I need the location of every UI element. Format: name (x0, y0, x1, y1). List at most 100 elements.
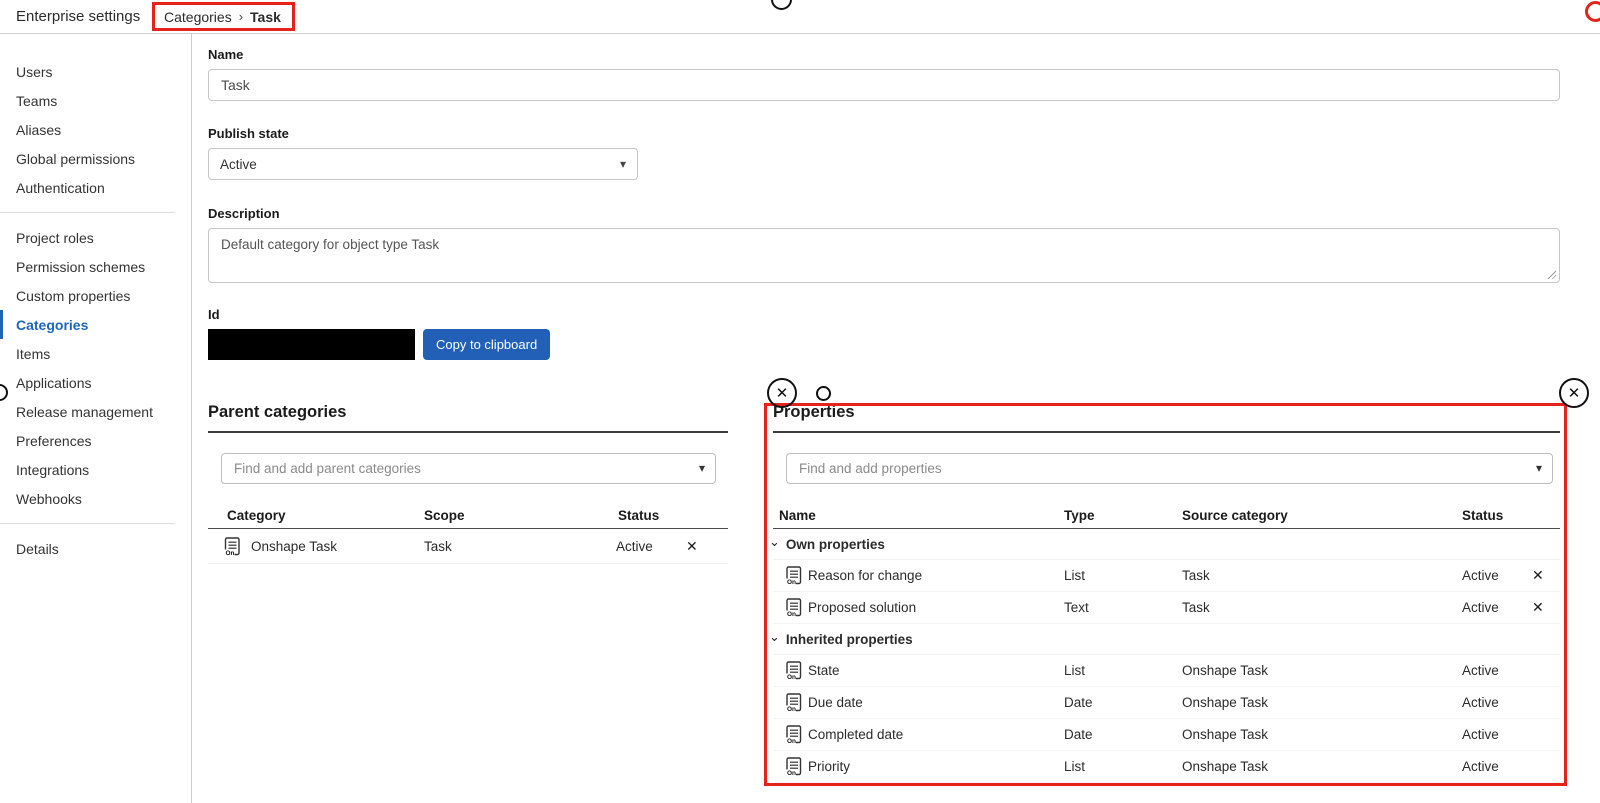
property-icon: On (786, 693, 808, 712)
sidebar-item-release-management[interactable]: Release management (0, 397, 191, 426)
property-type: List (1064, 568, 1182, 583)
properties-search-placeholder: Find and add properties (799, 461, 942, 476)
parent-categories-search[interactable]: Find and add parent categories ▾ (221, 453, 716, 484)
column-type: Type (1064, 508, 1182, 523)
property-row: On Due date Date Onshape Task Active (773, 687, 1560, 719)
svg-text:On: On (787, 674, 796, 680)
property-status: Active (1462, 568, 1532, 583)
property-name: Reason for change (808, 568, 1064, 583)
name-input-value: Task (221, 77, 250, 93)
breadcrumb-parent[interactable]: Categories (164, 9, 232, 25)
sidebar-item-items[interactable]: Items (0, 339, 191, 368)
publish-state-value: Active (220, 157, 257, 172)
property-source: Onshape Task (1182, 727, 1462, 742)
property-source: Onshape Task (1182, 695, 1462, 710)
group-label: Own properties (786, 537, 885, 552)
parent-categories-title: Parent categories (208, 403, 728, 433)
sidebar-item-permission-schemes[interactable]: Permission schemes (0, 252, 191, 281)
breadcrumb-separator-icon: › (239, 9, 243, 24)
sidebar-item-details[interactable]: Details (0, 534, 191, 563)
sidebar-divider (0, 523, 175, 524)
parent-category-row: On Onshape Task Task Active ✕ (208, 529, 728, 564)
sidebar-item-authentication[interactable]: Authentication (0, 173, 191, 202)
property-name: Proposed solution (808, 600, 1064, 615)
property-row: On Reason for change List Task Active ✕ (773, 560, 1560, 592)
property-type: Date (1064, 727, 1182, 742)
property-source: Onshape Task (1182, 759, 1462, 774)
property-status: Active (1462, 600, 1532, 615)
svg-text:On: On (226, 550, 235, 556)
parent-categories-search-placeholder: Find and add parent categories (234, 461, 421, 476)
name-field: Name Task (208, 47, 1560, 101)
property-type: Date (1064, 695, 1182, 710)
sidebar-item-preferences[interactable]: Preferences (0, 426, 191, 455)
svg-text:On: On (787, 706, 796, 712)
property-icon: On (786, 725, 808, 744)
sidebar-item-teams[interactable]: Teams (0, 86, 191, 115)
publish-state-label: Publish state (208, 126, 1560, 141)
sidebar-item-project-roles[interactable]: Project roles (0, 223, 191, 252)
sidebar-item-applications[interactable]: Applications (0, 368, 191, 397)
settings-sidebar: Users Teams Aliases Global permissions A… (0, 34, 192, 803)
properties-table-header: Name Type Source category Status (773, 503, 1560, 529)
property-status: Active (1462, 759, 1532, 774)
parent-category-name: Onshape Task (251, 539, 337, 554)
category-detail-main: Name Task Publish state Active ▾ Descrip… (193, 34, 1600, 803)
property-name: Completed date (808, 727, 1064, 742)
sidebar-item-global-permissions[interactable]: Global permissions (0, 144, 191, 173)
remove-parent-category-button[interactable]: ✕ (686, 538, 728, 555)
svg-text:On: On (787, 611, 796, 617)
name-input[interactable]: Task (208, 69, 1560, 101)
property-name: Due date (808, 695, 1064, 710)
id-label: Id (208, 307, 1560, 322)
property-source: Onshape Task (1182, 663, 1462, 678)
top-bar: Enterprise settings Categories › Task (0, 0, 1600, 34)
properties-search[interactable]: Find and add properties ▾ (786, 453, 1553, 484)
property-icon: On (786, 661, 808, 680)
property-icon: On (786, 598, 808, 617)
column-status: Status (1462, 508, 1532, 523)
breadcrumb: Categories › Task (152, 2, 295, 31)
sidebar-item-integrations[interactable]: Integrations (0, 455, 191, 484)
copy-to-clipboard-button[interactable]: Copy to clipboard (423, 329, 550, 360)
property-group-own[interactable]: ⌄ Own properties (773, 529, 1560, 560)
category-icon: On (224, 537, 241, 556)
svg-text:On: On (787, 770, 796, 776)
description-field: Description Default category for object … (208, 206, 1560, 283)
properties-title: Properties (773, 403, 1560, 433)
property-group-inherited[interactable]: ⌄ Inherited properties (773, 624, 1560, 655)
property-status: Active (1462, 663, 1532, 678)
property-row: On Proposed solution Text Task Active ✕ (773, 592, 1560, 624)
parent-category-scope: Task (424, 539, 616, 554)
sidebar-item-users[interactable]: Users (0, 57, 191, 86)
remove-property-button[interactable]: ✕ (1532, 567, 1560, 584)
parent-categories-table-header: Category Scope Status (208, 503, 728, 529)
app-title: Enterprise settings (16, 8, 140, 25)
property-row: On Priority List Onshape Task Active (773, 751, 1560, 783)
enterprise-settings-page: Enterprise settings Categories › Task Us… (0, 0, 1600, 803)
property-row: On Completed date Date Onshape Task Acti… (773, 719, 1560, 751)
column-category: Category (227, 508, 424, 523)
column-status: Status (618, 508, 728, 523)
sidebar-item-aliases[interactable]: Aliases (0, 115, 191, 144)
publish-state-field: Publish state Active ▾ (208, 126, 1560, 180)
description-textarea[interactable]: Default category for object type Task (208, 228, 1560, 283)
sidebar-item-custom-properties[interactable]: Custom properties (0, 281, 191, 310)
name-label: Name (208, 47, 1560, 62)
chevron-down-icon: ⌄ (769, 629, 780, 645)
id-value-redacted (208, 329, 415, 360)
group-label: Inherited properties (786, 632, 913, 647)
id-field: Id Copy to clipboard (208, 307, 1560, 360)
property-name: Priority (808, 759, 1064, 774)
property-type: List (1064, 663, 1182, 678)
publish-state-select[interactable]: Active ▾ (208, 148, 638, 180)
sidebar-item-categories[interactable]: Categories (0, 310, 191, 339)
property-status: Active (1462, 695, 1532, 710)
remove-property-button[interactable]: ✕ (1532, 599, 1560, 616)
property-icon: On (786, 757, 808, 776)
property-source: Task (1182, 568, 1462, 583)
svg-text:On: On (787, 579, 796, 585)
chevron-down-icon: ⌄ (769, 534, 780, 550)
sidebar-item-webhooks[interactable]: Webhooks (0, 484, 191, 513)
resize-handle-icon[interactable] (1546, 269, 1556, 279)
